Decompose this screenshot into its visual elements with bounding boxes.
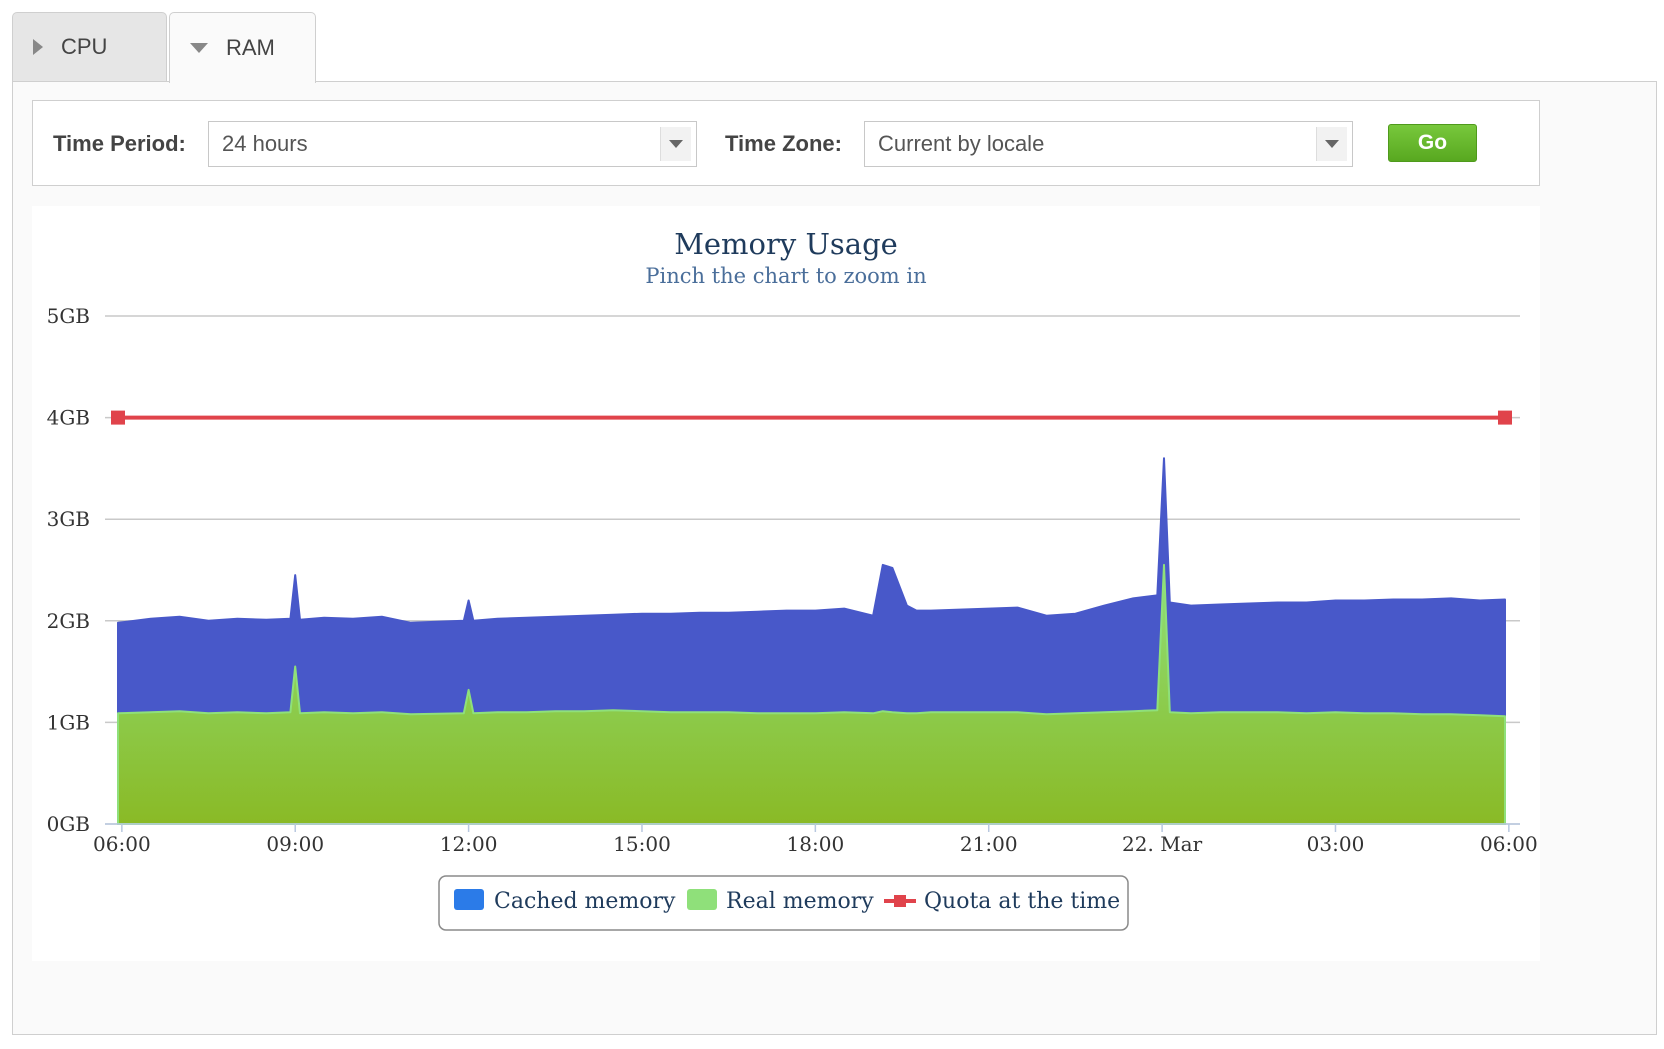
x-tick-label: 06:00 — [1480, 832, 1538, 856]
x-tick-label: 18:00 — [787, 832, 845, 856]
x-tick-label: 06:00 — [93, 832, 151, 856]
x-tick-label: 22. Mar — [1122, 832, 1203, 856]
filter-bar: Time Period: 24 hours Time Zone: Current… — [32, 100, 1540, 186]
quota-marker-swatch — [894, 895, 906, 907]
chevron-down-icon[interactable] — [660, 127, 691, 161]
ram-panel: Time Period: 24 hours Time Zone: Current… — [12, 81, 1657, 1035]
y-tick-label: 5GB — [47, 304, 90, 328]
x-tick-label: 03:00 — [1307, 832, 1365, 856]
time-period-label: Time Period: — [53, 131, 186, 156]
tab-ram-label: RAM — [226, 35, 275, 60]
quota-marker — [111, 410, 125, 425]
memory-chart[interactable]: Memory Usage Pinch the chart to zoom in … — [32, 206, 1540, 961]
chevron-down-icon[interactable] — [1316, 127, 1347, 161]
series-areas — [117, 457, 1506, 825]
y-tick-label: 4GB — [47, 406, 90, 430]
x-tick-label: 21:00 — [960, 832, 1018, 856]
x-axis: 06:00 09:00 12:00 15:00 18:00 21:00 22. Mar 03:… — [93, 823, 1538, 856]
time-period-select[interactable]: 24 hours — [208, 121, 697, 167]
chevron-down-icon — [190, 43, 208, 53]
time-period-value: 24 hours — [222, 131, 308, 156]
y-tick-label: 2GB — [47, 609, 90, 633]
x-tick-label: 09:00 — [266, 832, 324, 856]
time-zone-select[interactable]: Current by locale — [864, 121, 1353, 167]
chart-title: Memory Usage — [674, 227, 898, 261]
y-axis: 0GB 1GB 2GB 3GB 4GB 5GB — [47, 304, 90, 836]
memory-chart-svg[interactable]: Memory Usage Pinch the chart to zoom in … — [32, 206, 1540, 961]
tab-cpu[interactable]: CPU — [12, 12, 167, 81]
x-tick-label: 15:00 — [613, 832, 671, 856]
chevron-right-icon — [33, 39, 43, 55]
legend-real-label: Real memory — [726, 889, 874, 914]
tab-ram[interactable]: RAM — [169, 12, 316, 83]
time-zone-label: Time Zone: — [725, 131, 842, 156]
cached-memory-swatch — [454, 889, 484, 910]
quota-series — [111, 410, 1512, 425]
tab-cpu-label: CPU — [61, 34, 108, 59]
quota-marker — [1498, 410, 1512, 425]
y-tick-label: 3GB — [47, 507, 90, 531]
go-button[interactable]: Go — [1388, 124, 1477, 162]
y-tick-label: 0GB — [47, 812, 90, 836]
time-zone-value: Current by locale — [878, 131, 1045, 156]
real-memory-swatch — [687, 889, 717, 910]
x-tick-label: 12:00 — [440, 832, 498, 856]
legend-cached-label: Cached memory — [494, 889, 676, 914]
chart-subtitle: Pinch the chart to zoom in — [645, 264, 926, 288]
legend: Cached memory Real memory Quota at the t… — [438, 875, 1129, 931]
legend-quota-label: Quota at the time — [924, 889, 1120, 914]
y-tick-label: 1GB — [47, 710, 90, 734]
